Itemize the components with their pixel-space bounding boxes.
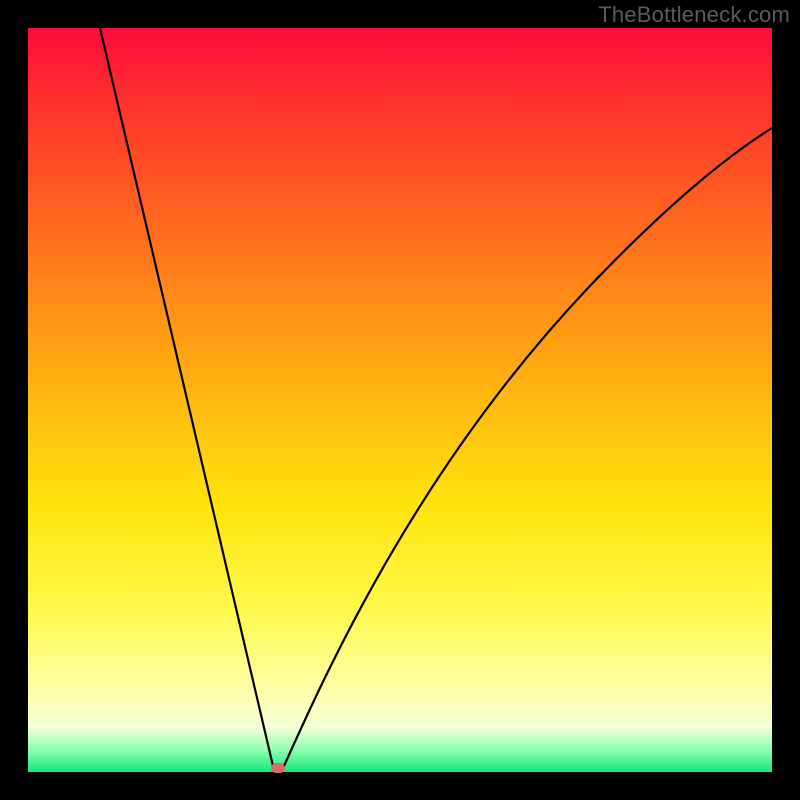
plot-area bbox=[28, 28, 772, 772]
bottleneck-curve bbox=[28, 28, 772, 772]
chart-frame: TheBottleneck.com bbox=[0, 0, 800, 800]
curve-path bbox=[100, 28, 772, 770]
minimum-marker bbox=[271, 763, 285, 773]
watermark-text: TheBottleneck.com bbox=[598, 2, 790, 28]
